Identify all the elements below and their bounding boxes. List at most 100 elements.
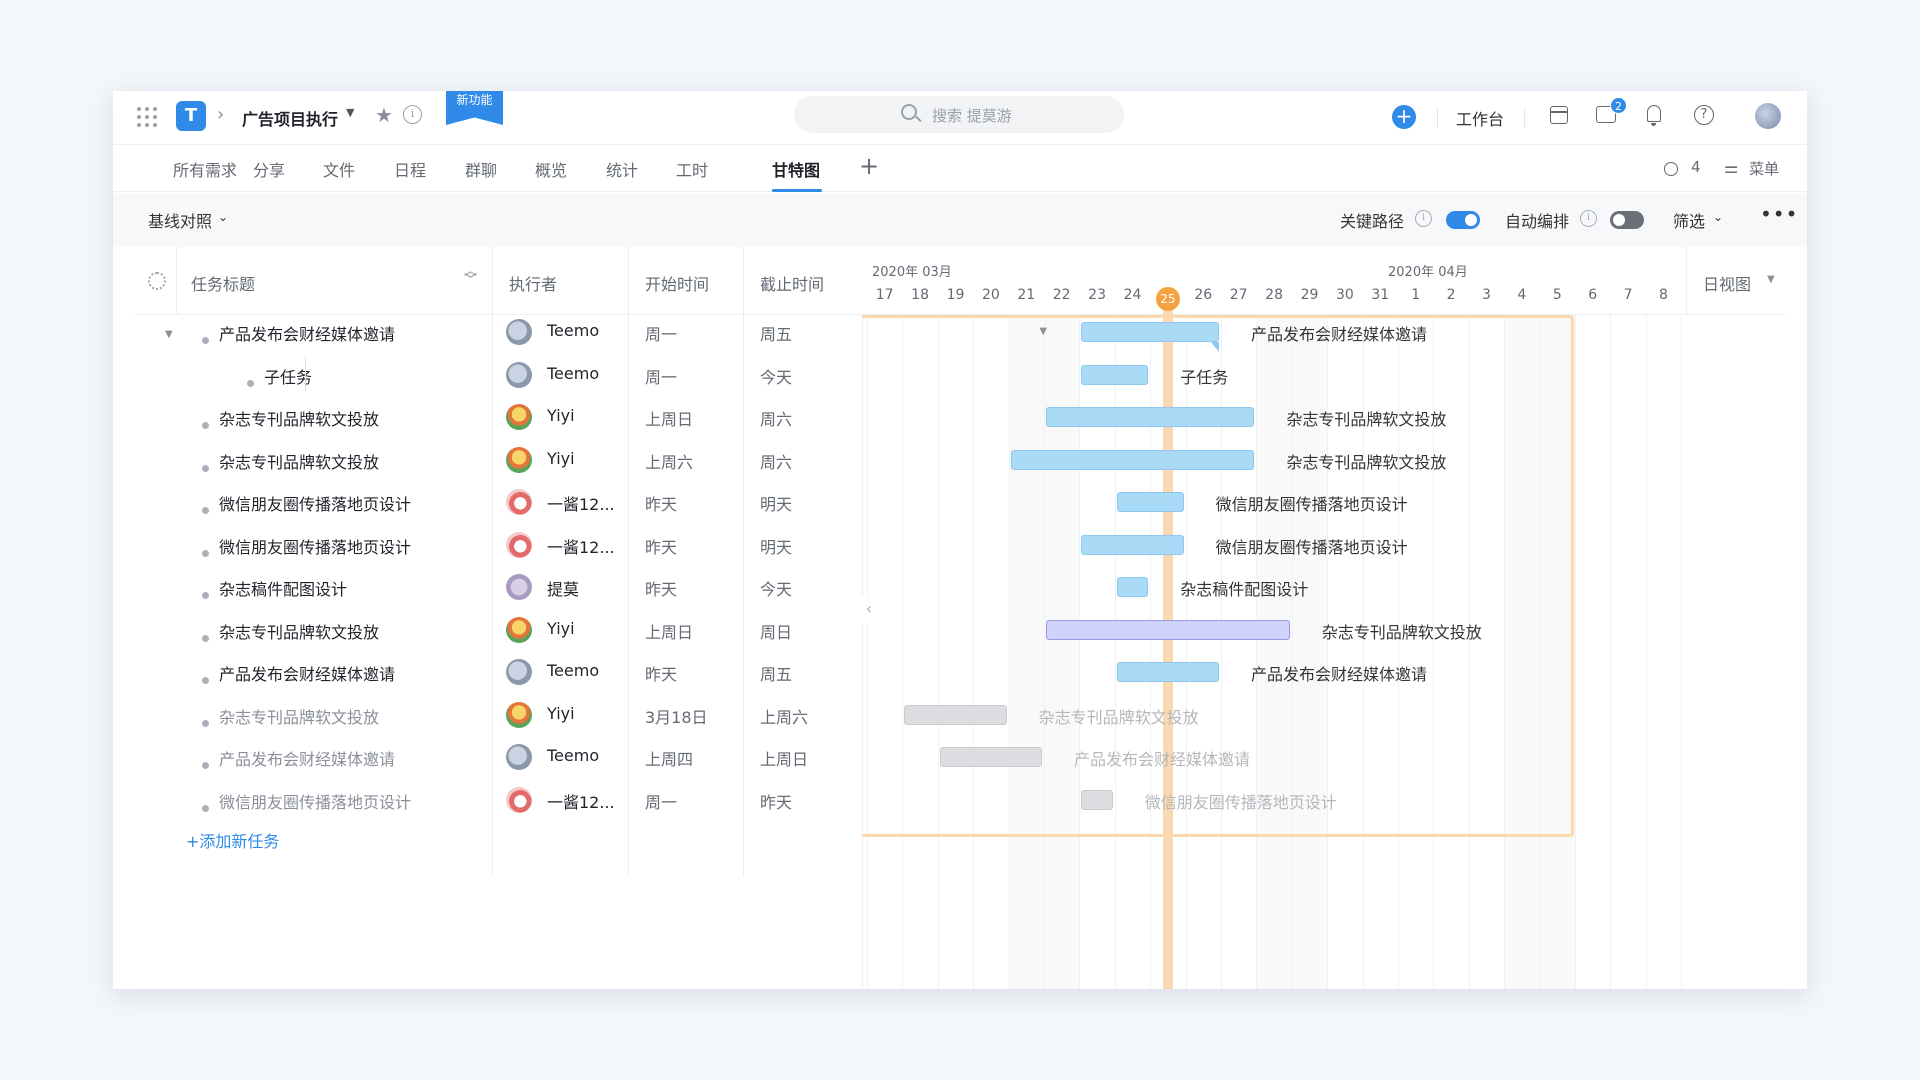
tab-statistics[interactable]: 统计 bbox=[606, 157, 638, 181]
assignee-name[interactable]: Teemo bbox=[547, 746, 599, 765]
gear-icon[interactable] bbox=[148, 272, 166, 290]
info-icon[interactable]: i bbox=[1415, 210, 1432, 227]
end-date[interactable]: 周五 bbox=[760, 661, 792, 685]
add-tab-icon[interactable]: + bbox=[859, 152, 879, 180]
start-date[interactable]: 周一 bbox=[645, 364, 677, 388]
assignee-name[interactable]: Teemo bbox=[547, 321, 599, 340]
task-title[interactable]: 产品发布会财经媒体邀请 bbox=[219, 746, 395, 770]
end-date[interactable]: 今天 bbox=[760, 576, 792, 600]
new-feature-badge[interactable]: 新功能 bbox=[446, 91, 503, 125]
end-date[interactable]: 上周日 bbox=[760, 746, 808, 770]
task-title[interactable]: 微信朋友圈传播落地页设计 bbox=[219, 491, 411, 515]
member-count[interactable]: 4 bbox=[1691, 158, 1701, 176]
assignee-name[interactable]: 一酱12... bbox=[547, 491, 615, 515]
tab-files[interactable]: 文件 bbox=[323, 157, 355, 181]
tab-overview[interactable]: 概览 bbox=[535, 157, 567, 181]
bell-icon[interactable] bbox=[1647, 105, 1661, 126]
start-date[interactable]: 周一 bbox=[645, 789, 677, 813]
task-title[interactable]: 杂志专刊品牌软文投放 bbox=[219, 449, 379, 473]
collapse-all-icon[interactable]: ︿ ﹀ bbox=[464, 265, 477, 287]
gantt-bar[interactable] bbox=[1081, 534, 1184, 555]
apps-grid-icon[interactable] bbox=[137, 107, 157, 127]
add-task-button[interactable]: +添加新任务 bbox=[186, 828, 279, 852]
chevron-down-icon[interactable]: ⌄ bbox=[218, 210, 228, 224]
gantt-bar[interactable] bbox=[904, 704, 1007, 725]
assignee-name[interactable]: Yiyi bbox=[547, 619, 575, 638]
baseline-dropdown[interactable]: 基线对照 bbox=[148, 208, 212, 232]
gantt-bar[interactable] bbox=[1081, 322, 1219, 342]
end-date[interactable]: 周五 bbox=[760, 321, 792, 345]
task-title[interactable]: 产品发布会财经媒体邀请 bbox=[219, 661, 395, 685]
tab-group-chat[interactable]: 群聊 bbox=[465, 157, 497, 181]
assignee-name[interactable]: Teemo bbox=[547, 364, 599, 383]
assignee-name[interactable]: Teemo bbox=[547, 661, 599, 680]
tab-schedule[interactable]: 日程 bbox=[394, 157, 426, 181]
info-icon[interactable]: i bbox=[1580, 210, 1597, 227]
search-input[interactable]: 搜索 提莫游 bbox=[794, 96, 1124, 133]
start-date[interactable]: 昨天 bbox=[645, 661, 677, 685]
gantt-bar[interactable] bbox=[939, 747, 1042, 767]
start-date[interactable]: 上周日 bbox=[645, 406, 693, 430]
tab-gantt[interactable]: 甘特图 bbox=[772, 157, 820, 181]
gantt-bar[interactable] bbox=[1116, 662, 1219, 682]
help-icon[interactable]: ? bbox=[1694, 105, 1714, 125]
end-date[interactable]: 周六 bbox=[760, 406, 792, 430]
gantt-bar[interactable] bbox=[1116, 492, 1184, 512]
menu-settings-icon[interactable]: ⚌ bbox=[1724, 158, 1738, 177]
caret-down-icon[interactable]: ▼ bbox=[346, 106, 354, 119]
user-avatar[interactable] bbox=[1755, 103, 1781, 129]
start-date[interactable]: 上周日 bbox=[645, 619, 693, 643]
start-date[interactable]: 昨天 bbox=[645, 491, 677, 515]
view-mode-dropdown[interactable]: 日视图 ▼ bbox=[1686, 247, 1786, 315]
info-icon[interactable]: i bbox=[403, 105, 422, 124]
gantt-bar[interactable] bbox=[1046, 407, 1255, 427]
auto-schedule-toggle[interactable] bbox=[1610, 211, 1644, 229]
more-icon[interactable]: ••• bbox=[1760, 202, 1798, 226]
start-date[interactable]: 3月18日 bbox=[645, 704, 708, 728]
project-title[interactable]: 广告项目执行 bbox=[242, 106, 338, 130]
gantt-bar[interactable] bbox=[1010, 449, 1255, 470]
calendar-icon[interactable] bbox=[1550, 106, 1568, 124]
collapse-caret-icon[interactable]: ▼ bbox=[1039, 326, 1047, 337]
filter-dropdown[interactable]: 筛选 bbox=[1673, 208, 1705, 232]
assignee-name[interactable]: Yiyi bbox=[547, 704, 575, 723]
task-title[interactable]: 微信朋友圈传播落地页设计 bbox=[219, 789, 411, 813]
app-logo[interactable]: T bbox=[176, 101, 206, 131]
start-date[interactable]: 昨天 bbox=[645, 576, 677, 600]
start-date[interactable]: 昨天 bbox=[645, 534, 677, 558]
tab-work-hours[interactable]: 工时 bbox=[676, 157, 708, 181]
task-title[interactable]: 杂志专刊品牌软文投放 bbox=[219, 619, 379, 643]
add-button[interactable]: + bbox=[1392, 105, 1416, 129]
task-title[interactable]: 杂志专刊品牌软文投放 bbox=[219, 704, 379, 728]
end-date[interactable]: 周六 bbox=[760, 449, 792, 473]
assignee-name[interactable]: Yiyi bbox=[547, 449, 575, 468]
end-date[interactable]: 明天 bbox=[760, 534, 792, 558]
task-title[interactable]: 产品发布会财经媒体邀请 bbox=[219, 321, 395, 345]
star-icon[interactable]: ★ bbox=[375, 103, 393, 127]
members-icon[interactable] bbox=[1664, 162, 1678, 176]
critical-path-toggle[interactable] bbox=[1446, 211, 1480, 229]
end-date[interactable]: 上周六 bbox=[760, 704, 808, 728]
assignee-name[interactable]: 一酱12... bbox=[547, 534, 615, 558]
gantt-bar[interactable] bbox=[1081, 364, 1149, 385]
end-date[interactable]: 周日 bbox=[760, 619, 792, 643]
end-date[interactable]: 昨天 bbox=[760, 789, 792, 813]
task-title[interactable]: 杂志专刊品牌软文投放 bbox=[219, 406, 379, 430]
menu-button[interactable]: 菜单 bbox=[1749, 158, 1779, 179]
chevron-down-icon[interactable]: ⌄ bbox=[1713, 210, 1723, 224]
collapse-panel-handle[interactable]: ‹ bbox=[861, 596, 877, 624]
tab-all-requirements[interactable]: 所有需求 bbox=[173, 157, 237, 181]
task-title[interactable]: 微信朋友圈传播落地页设计 bbox=[219, 534, 411, 558]
start-date[interactable]: 上周四 bbox=[645, 746, 693, 770]
workspace-link[interactable]: 工作台 bbox=[1456, 106, 1504, 130]
end-date[interactable]: 今天 bbox=[760, 364, 792, 388]
gantt-bar[interactable] bbox=[1046, 619, 1290, 640]
start-date[interactable]: 周一 bbox=[645, 321, 677, 345]
task-title[interactable]: 杂志稿件配图设计 bbox=[219, 576, 347, 600]
caret-down-icon[interactable]: ▼ bbox=[165, 329, 173, 340]
assignee-name[interactable]: Yiyi bbox=[547, 406, 575, 425]
assignee-name[interactable]: 一酱12... bbox=[547, 789, 615, 813]
assignee-name[interactable]: 提莫 bbox=[547, 576, 579, 600]
end-date[interactable]: 明天 bbox=[760, 491, 792, 515]
tab-share[interactable]: 分享 bbox=[253, 157, 285, 181]
